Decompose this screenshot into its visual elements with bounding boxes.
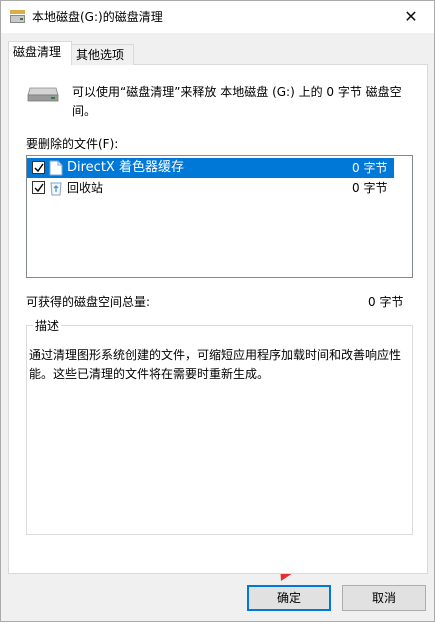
file-name: DirectX 着色器缓存 bbox=[67, 160, 184, 175]
intro-text: 可以使用“磁盘清理”来释放 本地磁盘 (G:) 上的 0 字节 磁盘空间。 bbox=[72, 85, 402, 118]
close-icon: ✕ bbox=[404, 6, 418, 26]
tab-more-options[interactable]: 其他选项 bbox=[72, 44, 134, 65]
ok-button[interactable]: 确定 bbox=[247, 585, 331, 611]
hard-drive-icon bbox=[27, 87, 59, 102]
file-name: 回收站 bbox=[67, 181, 104, 195]
tab-disk-cleanup[interactable]: 磁盘清理 bbox=[8, 41, 72, 65]
list-item[interactable]: DirectX 着色器缓存 0 字节 bbox=[27, 158, 394, 178]
files-listbox[interactable]: DirectX 着色器缓存 0 字节 回收站 0 字节 bbox=[26, 155, 413, 278]
window-title: 本地磁盘(G:)的磁盘清理 bbox=[32, 10, 163, 24]
cancel-button[interactable]: 取消 bbox=[342, 585, 426, 611]
close-button[interactable]: ✕ bbox=[388, 1, 434, 32]
description-title: 描述 bbox=[33, 318, 62, 334]
document-icon bbox=[49, 160, 63, 176]
title-bar: 本地磁盘(G:)的磁盘清理 ✕ bbox=[1, 1, 434, 33]
checkbox[interactable] bbox=[32, 181, 45, 194]
space-gain-label: 可获得的磁盘空间总量: bbox=[26, 295, 151, 309]
disk-cleanup-window: 本地磁盘(G:)的磁盘清理 ✕ 磁盘清理 其他选项 可以使用“磁盘清理”来释放 … bbox=[0, 0, 435, 622]
files-to-delete-label: 要删除的文件(F): bbox=[26, 137, 119, 151]
recycle-bin-icon bbox=[50, 182, 62, 196]
file-size: 0 字节 bbox=[352, 181, 388, 195]
checkbox[interactable] bbox=[32, 161, 45, 174]
list-item[interactable]: 回收站 0 字节 bbox=[27, 178, 394, 198]
drive-icon bbox=[10, 10, 25, 23]
description-text: 通过清理图形系统创建的文件，可缩短应用程序加载时间和改善响应性能。这些已清理的文… bbox=[29, 348, 402, 381]
file-size: 0 字节 bbox=[352, 161, 388, 175]
disk-cleanup-panel: 可以使用“磁盘清理”来释放 本地磁盘 (G:) 上的 0 字节 磁盘空间。 要删… bbox=[8, 64, 428, 574]
description-group: 描述 通过清理图形系统创建的文件，可缩短应用程序加载时间和改善响应性能。这些已清… bbox=[26, 318, 413, 535]
space-gain-value: 0 字节 bbox=[368, 295, 404, 309]
